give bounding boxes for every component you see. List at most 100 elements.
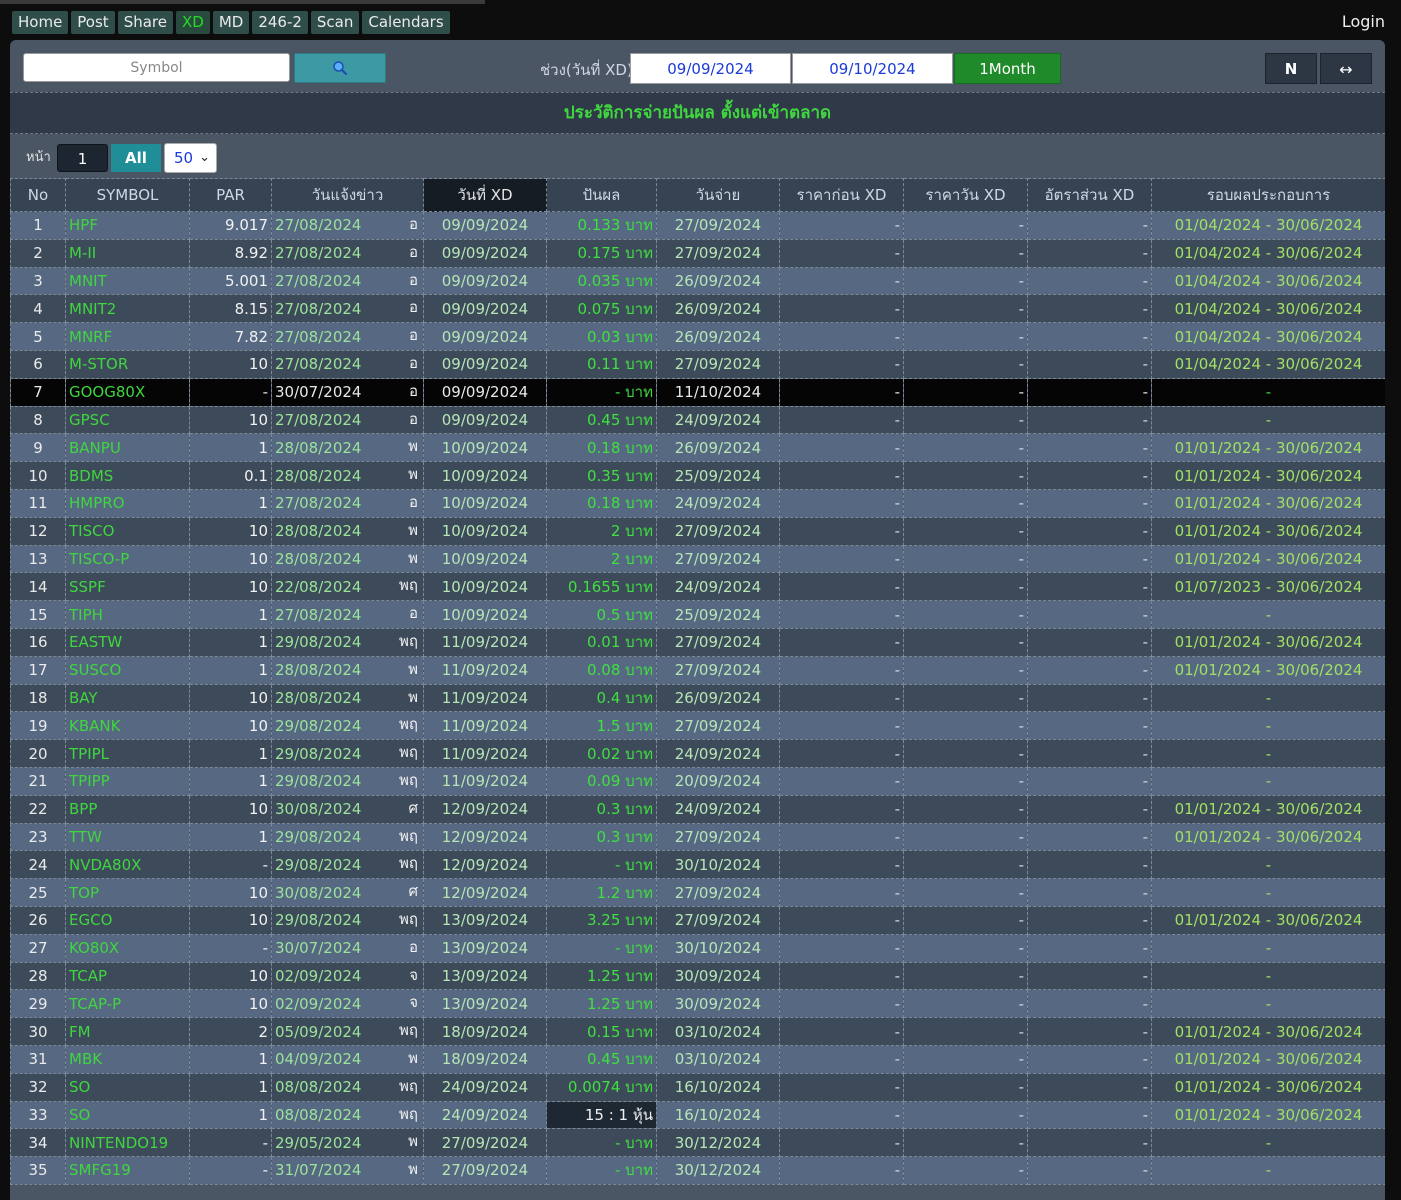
n-button[interactable]: N: [1265, 53, 1317, 84]
symbol-link[interactable]: GPSC: [65, 405, 190, 435]
table-row[interactable]: 18 BAY 10 28/08/2024 พ 11/09/2024 0.4 บาท 26/09…: [10, 683, 1385, 713]
date-from-input[interactable]: 09/09/2024: [630, 53, 791, 84]
table-row[interactable]: 24 NVDA80X -29/08/2024 พฤ 12/09/2024- บาท 30/…: [10, 850, 1385, 880]
show-all-button[interactable]: All: [111, 144, 161, 172]
table-row[interactable]: 19 KBANK 10 29/08/2024 พฤ 11/09/2024 1.5 บาท 27…: [10, 711, 1385, 741]
symbol-link[interactable]: HPF: [65, 211, 190, 240]
table-row[interactable]: 20 TPIPL 1 29/08/2024 พฤ 11/09/2024 0.02 บาท 24…: [10, 739, 1385, 768]
table-row[interactable]: 30 FM 2 05/09/2024 พฤ 18/09/2024 0.15 บาท 03/10…: [10, 1017, 1385, 1046]
header-dividend[interactable]: ปันผล: [546, 178, 657, 212]
header-no[interactable]: No: [10, 178, 66, 212]
table-row[interactable]: 11 HMPRO 1 27/08/2024 อ 10/09/2024 0.18 บาท 24/…: [10, 488, 1385, 518]
one-month-button[interactable]: 1Month: [954, 53, 1061, 84]
date-to-input[interactable]: 09/10/2024: [792, 53, 953, 84]
symbol-link[interactable]: TISCO: [65, 516, 190, 546]
table-row[interactable]: 31 MBK 1 04/09/2024 พ 18/09/2024 0.45 บาท 03/10…: [10, 1044, 1385, 1074]
symbol-link[interactable]: EGCO: [65, 905, 190, 935]
symbol-link[interactable]: TISCO-P: [65, 544, 190, 574]
table-row[interactable]: 10 BDMS 0.1 28/08/2024 พ 10/09/2024 0.35 บาท 25…: [10, 461, 1385, 490]
table-row[interactable]: 5 MNRF 7.82 27/08/2024 อ 09/09/2024 0.03 บาท 26…: [10, 322, 1385, 351]
symbol-link[interactable]: BANPU: [65, 433, 190, 463]
symbol-link[interactable]: TTW: [65, 822, 190, 852]
table-row[interactable]: 7 GOOG80X -30/07/2024 อ 09/09/2024- บาท 11/10…: [10, 377, 1385, 407]
symbol-link[interactable]: BDMS: [65, 461, 190, 490]
symbol-link[interactable]: TCAP: [65, 961, 190, 991]
nav-home[interactable]: Home: [12, 11, 69, 34]
symbol-link[interactable]: KBANK: [65, 711, 190, 741]
table-row[interactable]: 2 M-II 8.92 27/08/2024 อ 09/09/2024 0.175 บาท 2…: [10, 238, 1385, 268]
symbol-link[interactable]: MNRF: [65, 322, 190, 351]
symbol-link[interactable]: MNIT: [65, 266, 190, 296]
nav-scan[interactable]: Scan: [310, 11, 360, 34]
nav-share[interactable]: Share: [117, 11, 173, 34]
nav-246-2[interactable]: 246-2: [252, 11, 308, 34]
symbol-link[interactable]: BAY: [65, 683, 190, 713]
table-row[interactable]: 33 SO 1 08/08/2024 พฤ 24/09/2024 15 : 1 หุ้น 16…: [10, 1100, 1385, 1130]
symbol-link[interactable]: SMFG19: [65, 1156, 190, 1185]
nav-post[interactable]: Post: [71, 11, 115, 34]
header-xd-ratio[interactable]: อัตราส่วน XD: [1027, 178, 1152, 212]
page-size-select[interactable]: 50 ⌄: [164, 143, 217, 173]
symbol-search-input[interactable]: Symbol: [23, 53, 290, 82]
table-row[interactable]: 17 SUSCO 1 28/08/2024 พ 11/09/2024 0.08 บาท 27/…: [10, 655, 1385, 685]
header-par[interactable]: PAR: [189, 178, 272, 212]
table-row[interactable]: 23 TTW 1 29/08/2024 พฤ 12/09/2024 0.3 บาท 27/09…: [10, 822, 1385, 852]
symbol-link[interactable]: MNIT2: [65, 294, 190, 324]
table-row[interactable]: 22 BPP 10 30/08/2024 ศ 12/09/2024 0.3 บาท 24/09…: [10, 794, 1385, 824]
table-row[interactable]: 13 TISCO-P 10 28/08/2024 พ 10/09/2024 2 บาท 27/…: [10, 544, 1385, 574]
symbol-link[interactable]: MBK: [65, 1044, 190, 1074]
expand-width-button[interactable]: ↔: [1320, 53, 1372, 84]
header-period[interactable]: รอบผลประกอบการ: [1151, 178, 1385, 212]
page-number-input[interactable]: 1: [57, 144, 108, 172]
table-row[interactable]: 12 TISCO 10 28/08/2024 พ 10/09/2024 2 บาท 27/09…: [10, 516, 1385, 546]
table-row[interactable]: 9 BANPU 1 28/08/2024 พ 10/09/2024 0.18 บาท 26/0…: [10, 433, 1385, 463]
symbol-link[interactable]: NVDA80X: [65, 850, 190, 880]
symbol-link[interactable]: SO: [65, 1100, 190, 1130]
symbol-link[interactable]: M-II: [65, 238, 190, 268]
table-row[interactable]: 27 KO80X -30/07/2024 อ 13/09/2024- บาท 30/10/…: [10, 933, 1385, 963]
nav-calendars[interactable]: Calendars: [362, 11, 450, 34]
header-pay-date[interactable]: วันจ่าย: [656, 178, 780, 212]
search-button[interactable]: [294, 53, 386, 83]
symbol-link[interactable]: EASTW: [65, 627, 190, 657]
symbol-link[interactable]: SUSCO: [65, 655, 190, 685]
symbol-link[interactable]: TPIPP: [65, 766, 190, 796]
symbol-link[interactable]: KO80X: [65, 933, 190, 963]
symbol-link[interactable]: TIPH: [65, 600, 190, 629]
header-xd-date[interactable]: วันที่ XD: [423, 178, 547, 212]
table-row[interactable]: 1 HPF 9.017 27/08/2024 อ 09/09/2024 0.133 บาท 2…: [10, 211, 1385, 240]
table-row[interactable]: 8 GPSC 10 27/08/2024 อ 09/09/2024 0.45 บาท 24/0…: [10, 405, 1385, 435]
header-price-on-xd[interactable]: ราคาวัน XD: [903, 178, 1028, 212]
symbol-link[interactable]: GOOG80X: [65, 377, 190, 407]
nav-xd[interactable]: XD: [175, 11, 210, 34]
table-row[interactable]: 28 TCAP 10 02/09/2024 จ 13/09/2024 1.25 บาท 30/…: [10, 961, 1385, 991]
symbol-link[interactable]: BPP: [65, 794, 190, 824]
table-row[interactable]: 35 SMFG19-31/07/2024 พ 27/09/2024- บาท 30/12…: [10, 1156, 1385, 1185]
table-row[interactable]: 29 TCAP-P 10 02/09/2024 จ 13/09/2024 1.25 บาท 3…: [10, 989, 1385, 1019]
symbol-link[interactable]: HMPRO: [65, 488, 190, 518]
symbol-link[interactable]: TOP: [65, 878, 190, 907]
table-row[interactable]: 34 NINTENDO19-29/05/2024 พ 27/09/2024- บาท 3…: [10, 1128, 1385, 1158]
symbol-link[interactable]: FM: [65, 1017, 190, 1046]
symbol-link[interactable]: TCAP-P: [65, 989, 190, 1019]
table-row[interactable]: 15 TIPH 1 27/08/2024 อ 10/09/2024 0.5 บาท 25/09…: [10, 600, 1385, 629]
login-link[interactable]: Login: [1342, 12, 1385, 31]
header-symbol[interactable]: SYMBOL: [65, 178, 190, 212]
symbol-link[interactable]: M-STOR: [65, 349, 190, 379]
table-row[interactable]: 26 EGCO 10 29/08/2024 พฤ 13/09/2024 3.25 บาท 27…: [10, 905, 1385, 935]
header-price-before-xd[interactable]: ราคาก่อน XD: [779, 178, 904, 212]
nav-md[interactable]: MD: [212, 11, 250, 34]
symbol-link[interactable]: SSPF: [65, 572, 190, 602]
table-row[interactable]: 4 MNIT2 8.15 27/08/2024 อ 09/09/2024 0.075 บาท…: [10, 294, 1385, 324]
symbol-link[interactable]: NINTENDO19: [65, 1128, 190, 1158]
table-row[interactable]: 32 SO 1 08/08/2024 พฤ 24/09/2024 0.0074 บาท 16/…: [10, 1072, 1385, 1102]
table-row[interactable]: 3 MNIT 5.001 27/08/2024 อ 09/09/2024 0.035 บาท…: [10, 266, 1385, 296]
symbol-link[interactable]: SO: [65, 1072, 190, 1102]
table-row[interactable]: 6 M-STOR 10 27/08/2024 อ 09/09/2024 0.11 บาท 27…: [10, 349, 1385, 379]
table-row[interactable]: 16 EASTW 1 29/08/2024 พฤ 11/09/2024 0.01 บาท 27…: [10, 627, 1385, 657]
header-announce-date[interactable]: วันแจ้งข่าว: [271, 178, 424, 212]
table-row[interactable]: 21 TPIPP 1 29/08/2024 พฤ 11/09/2024 0.09 บาท 20…: [10, 766, 1385, 796]
table-row[interactable]: 25 TOP 10 30/08/2024 ศ 12/09/2024 1.2 บาท 27/09…: [10, 878, 1385, 907]
symbol-link[interactable]: TPIPL: [65, 739, 190, 768]
table-row[interactable]: 14 SSPF 10 22/08/2024 พฤ 10/09/2024 0.1655 บาท…: [10, 572, 1385, 602]
